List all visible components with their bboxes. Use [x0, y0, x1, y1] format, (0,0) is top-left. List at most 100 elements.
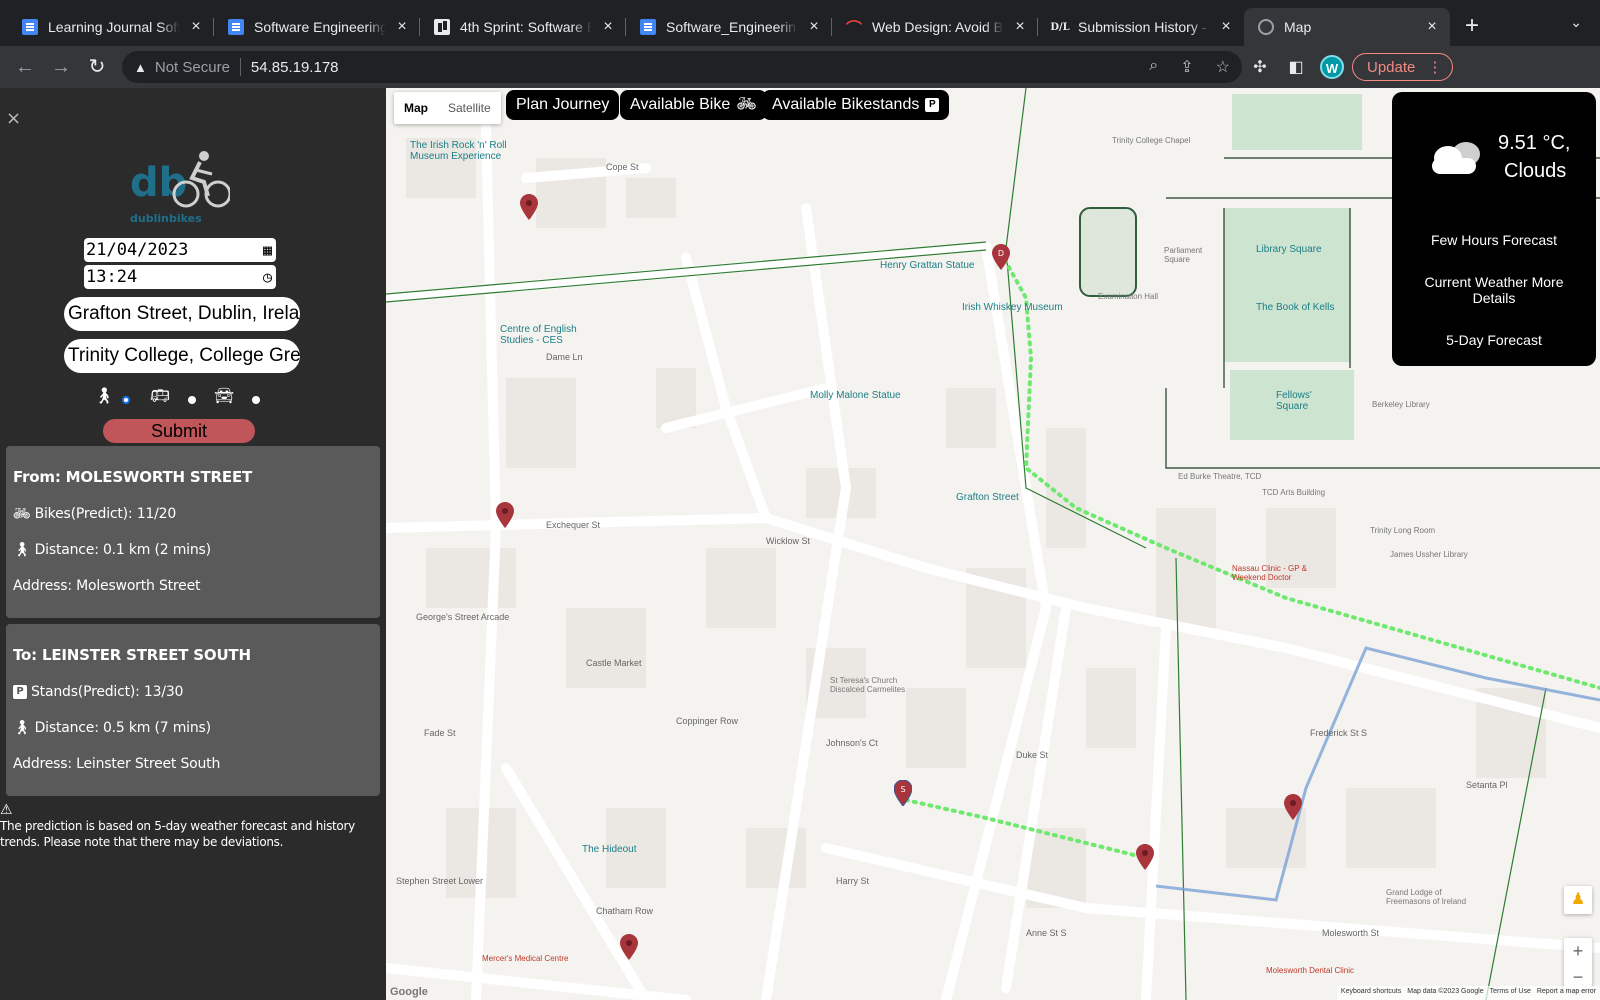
- tab-title: Submission History -: [1078, 19, 1207, 35]
- close-icon[interactable]: ×: [188, 19, 204, 35]
- available-bikestands-label: Available Bikestands: [772, 96, 920, 113]
- bike-station-marker[interactable]: [496, 502, 514, 528]
- tab-title: Software_Engineering: [666, 19, 798, 35]
- security-label[interactable]: Not Secure: [155, 59, 230, 76]
- tab-title: 4th Sprint: Software E: [460, 19, 592, 35]
- available-bike-label: Available Bike: [630, 96, 731, 113]
- back-arrow-icon[interactable]: ←: [8, 50, 42, 84]
- chevron-down-icon[interactable]: ⌄: [1570, 14, 1582, 31]
- tab-software-engineering-doc[interactable]: Software_Engineering ×: [626, 8, 832, 46]
- forward-arrow-icon[interactable]: →: [44, 50, 78, 84]
- bikes-predict: Bikes(Predict): 11/20: [34, 506, 177, 522]
- keyboard-shortcuts-link[interactable]: Keyboard shortcuts: [1341, 988, 1401, 998]
- few-hours-forecast-link[interactable]: Few Hours Forecast: [1392, 232, 1596, 248]
- walking-icon: 🚶︎: [94, 386, 115, 405]
- address-bar[interactable]: ▲ Not Secure 54.85.19.178 ⌕ ⇪ ☆: [122, 51, 1242, 83]
- dl-icon: D/L: [1050, 21, 1070, 33]
- map-label: Mercer's Medical Centre: [482, 954, 569, 963]
- five-day-forecast-link[interactable]: 5-Day Forecast: [1392, 332, 1596, 348]
- close-icon[interactable]: ×: [1424, 19, 1440, 35]
- side-panel-icon[interactable]: ◧: [1278, 57, 1314, 77]
- driving-radio[interactable]: [252, 396, 260, 404]
- start-marker[interactable]: S: [894, 780, 912, 806]
- update-button[interactable]: Update ⋮: [1352, 53, 1454, 81]
- terms-link[interactable]: Terms of Use: [1490, 988, 1531, 998]
- close-icon[interactable]: ×: [394, 19, 410, 35]
- walking-radio[interactable]: [122, 396, 130, 404]
- weather-temperature: 9.51 °C,: [1498, 132, 1571, 154]
- map-label: Grafton Street: [956, 492, 1019, 503]
- map-label: Anne St S: [1026, 928, 1067, 938]
- globe-icon: [1258, 19, 1274, 35]
- close-icon[interactable]: ×: [600, 19, 616, 35]
- transit-radio[interactable]: [188, 396, 196, 404]
- reload-icon[interactable]: ↻: [80, 50, 114, 84]
- map-label: Irish Whiskey Museum: [962, 302, 1063, 313]
- map-label: Frederick St S: [1310, 728, 1368, 738]
- map-label: Ed Burke Theatre, TCD: [1178, 472, 1262, 481]
- map-type-satellite[interactable]: Satellite: [438, 92, 501, 124]
- from-distance-line: 🚶︎ Distance: 0.1 km (2 mins): [13, 542, 211, 558]
- current-weather-link[interactable]: Current Weather More Details: [1392, 274, 1596, 306]
- tab-sprint[interactable]: 4th Sprint: Software E ×: [420, 8, 626, 46]
- new-tab-button[interactable]: +: [1454, 8, 1490, 46]
- close-icon[interactable]: ×: [806, 19, 822, 35]
- tab-software-engineering[interactable]: Software Engineering ×: [214, 8, 420, 46]
- calendar-icon[interactable]: ▦: [263, 241, 272, 259]
- walking-icon: 🚶︎: [13, 542, 31, 558]
- map-label: Centre of English Studies - CES: [500, 324, 577, 346]
- bike-station-marker[interactable]: [620, 934, 638, 960]
- bus-icon: 🚌︎: [150, 386, 171, 405]
- bike-station-marker[interactable]: [1136, 844, 1154, 870]
- extensions-icon[interactable]: ✣: [1242, 57, 1278, 77]
- map-label: Coppinger Row: [676, 716, 739, 726]
- stands-predict: Stands(Predict): 13/30: [31, 684, 184, 700]
- report-error-link[interactable]: Report a map error: [1537, 988, 1596, 998]
- plan-journey-button[interactable]: Plan Journey: [506, 90, 620, 120]
- profile-avatar[interactable]: W: [1320, 55, 1344, 79]
- zoom-icon[interactable]: ⌕: [1149, 57, 1158, 77]
- from-station-card: From: MOLESWORTH STREET 🚲︎ Bikes(Predict…: [6, 446, 380, 618]
- bike-station-marker[interactable]: [1284, 794, 1302, 820]
- to-distance-line: 🚶︎ Distance: 0.5 km (7 mins): [13, 720, 211, 736]
- map-label: Nassau Clinic - GP & Weekend Doctor: [1232, 564, 1307, 582]
- tab-learning-journal[interactable]: Learning Journal Soft ×: [8, 8, 214, 46]
- clock-icon[interactable]: ◷: [263, 268, 272, 286]
- google-docs-icon: [22, 19, 38, 35]
- warning-icon[interactable]: ▲: [134, 60, 147, 75]
- bike-station-marker[interactable]: [520, 194, 538, 220]
- submit-button[interactable]: Submit: [103, 419, 255, 443]
- map-type-map[interactable]: Map: [394, 92, 438, 124]
- map-label: Grand Lodge of Freemasons of Ireland: [1386, 888, 1467, 906]
- walking-icon: 🚶︎: [13, 720, 31, 736]
- destination-marker[interactable]: D: [992, 244, 1010, 270]
- street-view-pegman-icon[interactable]: ♟: [1564, 886, 1592, 914]
- time-value: 13:24: [86, 267, 138, 287]
- bookmark-star-icon[interactable]: ☆: [1216, 57, 1230, 77]
- tab-submission-history[interactable]: D/L Submission History - ×: [1038, 8, 1244, 46]
- tab-strip: Learning Journal Soft × Software Enginee…: [0, 0, 1600, 46]
- from-location-input[interactable]: Grafton Street, Dublin, Ireland: [64, 297, 300, 331]
- close-icon[interactable]: ×: [6, 108, 21, 129]
- tab-map[interactable]: Map ×: [1244, 8, 1450, 46]
- tab-web-design[interactable]: ⌒ Web Design: Avoid Br ×: [832, 8, 1038, 46]
- map-label: Trinity Long Room: [1370, 526, 1436, 535]
- map-label: James Ussher Library: [1390, 550, 1468, 559]
- map-label: Stephen Street Lower: [396, 876, 484, 886]
- date-value: 21/04/2023: [86, 240, 189, 260]
- close-icon[interactable]: ×: [1218, 19, 1234, 35]
- from-station-title: From: MOLESWORTH STREET: [13, 468, 253, 486]
- journey-sidebar: × db dublinbikes 21/04/2023 ▦ 13:24 ◷ Gr…: [0, 88, 386, 1000]
- url-text[interactable]: 54.85.19.178: [251, 59, 339, 76]
- update-label: Update: [1367, 58, 1416, 76]
- share-icon[interactable]: ⇪: [1180, 57, 1193, 77]
- close-icon[interactable]: ×: [1012, 19, 1028, 35]
- zoom-in-button[interactable]: +: [1564, 938, 1592, 964]
- time-input[interactable]: 13:24 ◷: [84, 265, 276, 289]
- date-input[interactable]: 21/04/2023 ▦: [84, 238, 276, 262]
- available-bike-button[interactable]: Available Bike 🚲︎: [620, 90, 767, 120]
- available-bikestands-button[interactable]: Available Bikestands P: [762, 90, 950, 120]
- browser-toolbar: ← → ↻ ▲ Not Secure 54.85.19.178 ⌕ ⇪ ☆ ✣ …: [0, 46, 1600, 88]
- svg-text:S: S: [900, 785, 905, 794]
- to-location-input[interactable]: Trinity College, College Green: [64, 339, 300, 373]
